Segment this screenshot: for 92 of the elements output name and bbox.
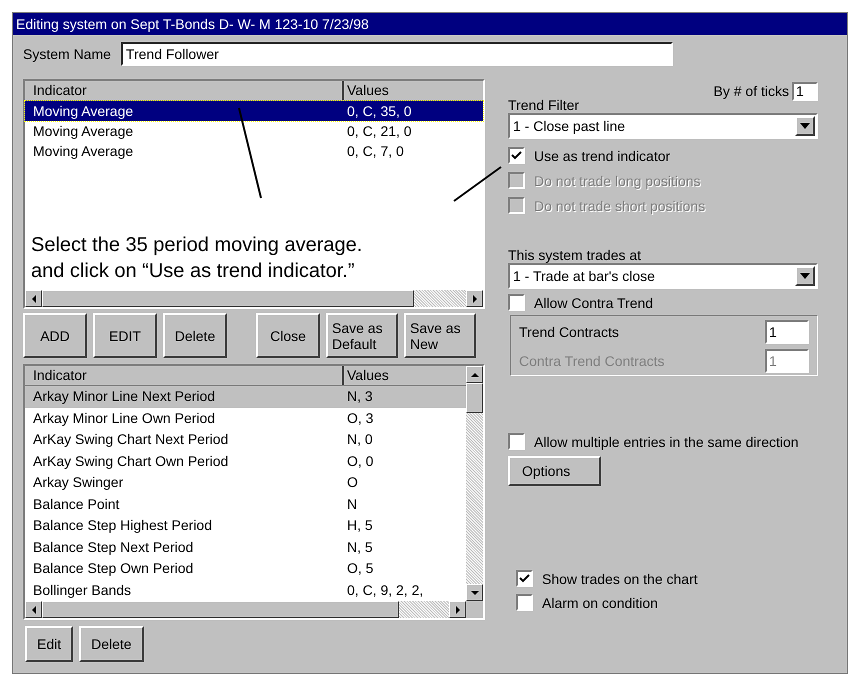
system-name-field[interactable]: Trend Follower bbox=[120, 42, 673, 66]
field-label: Contra Trend Contracts bbox=[519, 353, 665, 369]
annotation-text: Select the 35 period moving average. bbox=[31, 233, 362, 258]
right-arrow-icon bbox=[472, 294, 478, 302]
field-label: System Name bbox=[23, 46, 111, 62]
table-cell-text: ArKay Swing Chart Next Period bbox=[32, 430, 230, 449]
table-cell-text: Arkay Minor Line Next Period bbox=[32, 387, 216, 406]
check-icon bbox=[519, 573, 530, 584]
list-row[interactable]: Arkay Swinger O bbox=[25, 472, 466, 494]
list-row[interactable]: Balance Step Highest Period H, 5 bbox=[25, 515, 466, 536]
checkbox[interactable] bbox=[508, 294, 525, 311]
checkbox-label: Alarm on condition bbox=[542, 594, 658, 610]
table-cell-text: Moving Average bbox=[32, 142, 134, 161]
table-cell-text: H, 5 bbox=[346, 516, 374, 535]
table-cell-text: O, 3 bbox=[346, 408, 374, 428]
table-cell-text: Balance Step Highest Period bbox=[32, 516, 213, 535]
checkbox-label: Use as trend indicator bbox=[534, 148, 670, 164]
action-button[interactable]: Delete bbox=[79, 626, 144, 662]
table-cell-text: Bollinger Bands bbox=[32, 580, 132, 600]
field-label: By # of ticks bbox=[714, 83, 789, 99]
down-arrow-icon bbox=[470, 590, 478, 596]
checkbox[interactable] bbox=[508, 147, 525, 164]
table-cell-text: 0, C, 9, 2, 2, bbox=[346, 580, 424, 600]
list-row[interactable]: Arkay Minor Line Next Period N, 3 bbox=[25, 386, 466, 408]
checkbox[interactable] bbox=[516, 570, 533, 587]
table-cell-text: Balance Step Next Period bbox=[32, 538, 194, 557]
field-label: This system trades at bbox=[508, 247, 642, 263]
table-cell-text: Arkay Swinger bbox=[32, 473, 124, 492]
scroll-thumb[interactable] bbox=[42, 601, 399, 618]
list-row[interactable]: Moving Average 0, C, 21, 0 bbox=[25, 121, 483, 141]
table-cell-text: N bbox=[346, 494, 358, 514]
table-cell-text: Moving Average bbox=[32, 122, 134, 141]
table-cell-text: Arkay Minor Line Own Period bbox=[32, 408, 216, 428]
action-button[interactable]: ADD bbox=[23, 313, 87, 358]
action-button[interactable]: Edit bbox=[25, 626, 74, 662]
options-button[interactable]: Options bbox=[508, 456, 601, 486]
table-cell-text: Balance Step Own Period bbox=[32, 559, 194, 578]
right-arrow-icon bbox=[454, 606, 460, 614]
action-button[interactable]: Delete bbox=[163, 313, 227, 358]
checkbox[interactable] bbox=[516, 594, 533, 611]
horizontal-scrollbar[interactable] bbox=[25, 290, 483, 307]
table-cell-text: 0, C, 7, 0 bbox=[346, 142, 405, 161]
dropdown-arrow-icon bbox=[800, 123, 810, 129]
left-arrow-icon bbox=[30, 606, 36, 614]
table-cell-text: O, 0 bbox=[346, 452, 374, 470]
table-cell-text: Balance Point bbox=[32, 494, 120, 514]
table-cell-text: ArKay Swing Chart Own Period bbox=[32, 452, 230, 471]
scroll-thumb[interactable] bbox=[42, 290, 414, 307]
list-row[interactable]: Moving Average 0, C, 7, 0 bbox=[25, 141, 483, 161]
list-row[interactable]: ArKay Swing Chart Own Period O, 0 bbox=[25, 450, 466, 472]
ticks-field[interactable]: 1 bbox=[792, 82, 818, 100]
leader-line bbox=[453, 166, 502, 202]
table-cell-text: O, 5 bbox=[346, 559, 374, 578]
table-cell-text: N, 0 bbox=[346, 430, 374, 449]
list-row[interactable]: Balance Point N bbox=[25, 494, 466, 515]
checkbox-label: Do not trade long positions bbox=[534, 172, 701, 188]
column-header[interactable]: Values bbox=[344, 366, 466, 385]
table-cell-text: O bbox=[346, 473, 359, 492]
field-label: Trend Contracts bbox=[519, 324, 619, 340]
list-row[interactable]: Bollinger Bands 0, C, 9, 2, 2, bbox=[25, 580, 466, 601]
table-cell-text: N, 5 bbox=[346, 538, 374, 556]
trend-filter-dropdown[interactable]: 1 - Close past line bbox=[508, 113, 818, 139]
field-label: Trend Filter bbox=[508, 97, 580, 113]
checkbox[interactable] bbox=[508, 433, 525, 450]
checkbox-label: Allow Contra Trend bbox=[534, 294, 654, 310]
annotation-text: and click on “Use as trend indicator.” bbox=[31, 259, 354, 284]
checkbox-label: Show trades on the chart bbox=[542, 570, 698, 586]
list-row[interactable]: Arkay Minor Line Own Period O, 3 bbox=[25, 408, 466, 429]
action-button[interactable]: Close bbox=[256, 313, 320, 358]
action-button[interactable]: Save as Default bbox=[326, 313, 398, 358]
checkbox-label: Allow multiple entries in the same direction bbox=[534, 434, 799, 450]
table-cell-text: Moving Average bbox=[32, 102, 134, 121]
action-button[interactable]: EDIT bbox=[93, 313, 157, 358]
check-icon bbox=[511, 150, 522, 161]
list-row[interactable]: ArKay Swing Chart Next Period N, 0 bbox=[25, 429, 466, 450]
list-row[interactable]: Balance Step Own Period O, 5 bbox=[25, 558, 466, 580]
table-cell-text: N, 3 bbox=[346, 387, 374, 406]
contracts-field[interactable]: 1 bbox=[765, 320, 809, 344]
window-title: Editing system on Sept T-Bonds D- W- M 123-10 7/23/98 bbox=[13, 13, 847, 35]
action-button[interactable]: Save as New bbox=[404, 313, 476, 358]
table-cell-text: 0, C, 35, 0 bbox=[346, 102, 413, 121]
trade-timing-dropdown[interactable]: 1 - Trade at bar's close bbox=[508, 263, 818, 289]
list-row[interactable]: Moving Average 0, C, 35, 0 bbox=[25, 101, 483, 121]
scroll-thumb[interactable] bbox=[466, 383, 483, 413]
list-row[interactable]: Balance Step Next Period N, 5 bbox=[25, 536, 466, 558]
table-cell-text: 0, C, 21, 0 bbox=[346, 122, 413, 141]
checkbox-label: Do not trade short positions bbox=[534, 198, 706, 214]
dropdown-arrow-icon bbox=[800, 273, 810, 279]
vertical-scrollbar[interactable] bbox=[466, 366, 483, 601]
up-arrow-icon bbox=[470, 372, 478, 378]
column-header[interactable]: Values bbox=[344, 81, 483, 100]
left-arrow-icon bbox=[30, 294, 36, 302]
